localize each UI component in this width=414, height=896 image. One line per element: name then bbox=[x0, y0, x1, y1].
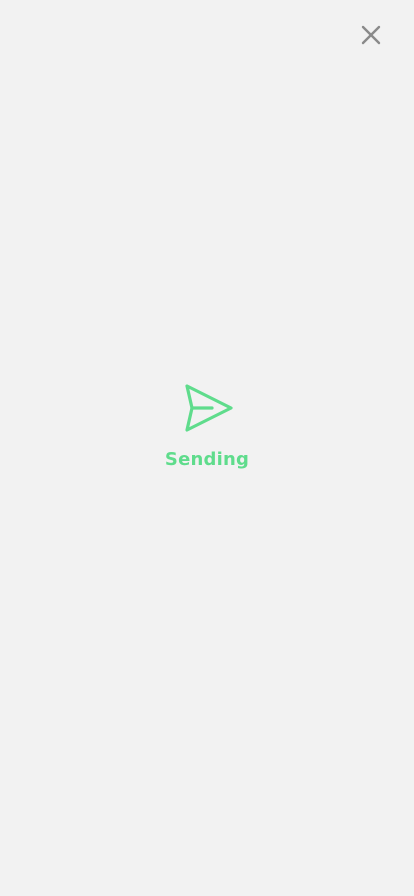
close-icon bbox=[361, 25, 381, 45]
sending-status: Sending bbox=[0, 383, 414, 470]
close-button[interactable] bbox=[355, 19, 387, 51]
status-text: Sending bbox=[164, 449, 250, 470]
send-icon bbox=[184, 383, 234, 433]
